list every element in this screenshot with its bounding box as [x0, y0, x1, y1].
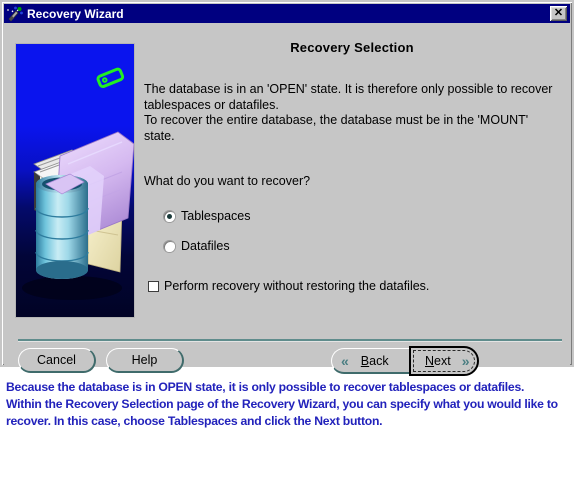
illustration-panel	[16, 44, 134, 317]
cancel-button[interactable]: Cancel	[18, 348, 96, 373]
radio-option-datafiles[interactable]: Datafiles	[164, 239, 560, 253]
next-chevron-icon: »	[461, 353, 470, 369]
body-text: The database is in an 'OPEN' state. It i…	[144, 82, 553, 143]
next-button[interactable]: Next »	[409, 346, 479, 376]
radio-datafiles-icon[interactable]	[164, 240, 175, 252]
checkbox-icon[interactable]	[148, 280, 159, 292]
caption-text: Because the database is in OPEN state, i…	[6, 380, 558, 428]
radio-option-tablespaces[interactable]: Tablespaces	[164, 209, 560, 223]
question-label: What do you want to recover?	[144, 174, 311, 188]
back-button[interactable]: « Back	[331, 348, 409, 374]
navigation-button-group: « Back Next »	[331, 346, 479, 376]
button-bar-separator	[18, 339, 562, 341]
radio-tablespaces-icon[interactable]	[164, 210, 175, 222]
wizard-wand-icon	[6, 5, 24, 22]
checkbox-perform-recovery[interactable]: Perform recovery without restoring the d…	[148, 279, 560, 293]
window-client-area: Recovery Selection The database is in an…	[4, 23, 570, 376]
database-illustration	[22, 67, 134, 300]
help-button[interactable]: Help	[106, 348, 184, 373]
content-pane: Recovery Selection The database is in an…	[144, 31, 560, 321]
next-label: Next	[425, 354, 451, 368]
window-title: Recovery Wizard	[27, 6, 124, 21]
close-icon[interactable]: ✕	[550, 6, 567, 21]
recovery-wizard-window: Recovery Wizard ✕ Recovery Selection The…	[0, 0, 574, 376]
page-title: Recovery Selection	[290, 40, 414, 55]
back-chevron-icon: «	[341, 352, 349, 369]
radio-datafiles-label: Datafiles	[181, 239, 230, 253]
back-label: Back	[360, 353, 389, 368]
window-titlebar[interactable]: Recovery Wizard ✕	[4, 4, 570, 23]
checkbox-label: Perform recovery without restoring the d…	[164, 279, 430, 293]
radio-tablespaces-label: Tablespaces	[181, 209, 251, 223]
next-button-focus-ring: Next »	[413, 350, 475, 372]
